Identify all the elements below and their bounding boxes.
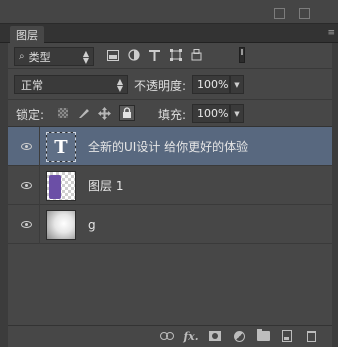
layer-row[interactable]: g <box>8 205 332 244</box>
panel-tab-bar: 图层 ≡ <box>0 24 338 43</box>
delete-icon[interactable] <box>299 8 310 19</box>
gradient-layer-thumbnail <box>46 210 76 240</box>
divider <box>8 68 332 69</box>
opacity-input[interactable]: 100% <box>192 75 230 94</box>
lock-transparent-pixels-icon[interactable] <box>56 106 69 120</box>
layers-panel-footer: fx. <box>8 325 332 347</box>
eye-icon <box>21 182 32 189</box>
fill-input[interactable]: 100% <box>192 104 230 123</box>
visibility-toggle[interactable] <box>14 166 40 205</box>
panel-menu-icon[interactable]: ≡ <box>327 28 334 38</box>
panel-right-edge <box>332 43 338 347</box>
link-layers-icon[interactable] <box>160 329 174 343</box>
fx-icon[interactable]: fx. <box>183 329 198 343</box>
add-mask-icon[interactable] <box>208 329 222 343</box>
select-arrows-icon: ▲ ▼ <box>116 77 123 93</box>
adjustment-filter-icon[interactable] <box>127 48 140 62</box>
visibility-toggle[interactable] <box>14 205 40 244</box>
lock-image-pixels-icon[interactable] <box>77 106 90 120</box>
opacity-dropdown-button[interactable]: ▼ <box>230 75 244 94</box>
layer-row[interactable]: 图层 1 <box>8 166 332 205</box>
fill-dropdown-button[interactable]: ▼ <box>230 104 244 123</box>
opacity-label: 不透明度: <box>134 79 187 93</box>
adjustment-layer-icon[interactable] <box>232 329 246 343</box>
tab-layers[interactable]: 图层 <box>10 26 44 43</box>
filter-toggle-switch[interactable] <box>239 47 245 63</box>
new-layer-icon[interactable] <box>280 329 294 343</box>
select-arrows-icon: ▲ ▼ <box>82 49 89 65</box>
lock-icons <box>56 105 135 121</box>
type-filter-icon[interactable] <box>148 48 161 62</box>
filter-kind-value: 类型 <box>28 50 51 64</box>
lock-position-icon[interactable] <box>98 106 111 120</box>
layers-list: T 全新的UI设计 给你更好的体验 图层 1 g <box>8 127 332 244</box>
search-icon: ⌕ <box>19 51 25 62</box>
new-layer-icon[interactable] <box>274 8 285 19</box>
layer-name[interactable]: 图层 1 <box>88 166 123 205</box>
image-filter-icon[interactable] <box>106 48 119 62</box>
divider <box>8 99 332 100</box>
lock-label: 锁定: <box>16 108 45 122</box>
blend-mode-select[interactable]: 正常 ▲ ▼ <box>14 75 128 94</box>
layers-panel-window: 图层 ≡ ⌕ 类型 ▲ ▼ 正常 ▲ ▼ 不透明度: 100% ▼ 锁定: 填充… <box>0 0 338 347</box>
previous-panel-strip <box>0 0 338 24</box>
blend-mode-value: 正常 <box>21 78 43 92</box>
eye-icon <box>21 143 32 150</box>
text-layer-thumbnail: T <box>46 132 76 162</box>
layer-row[interactable]: T 全新的UI设计 给你更好的体验 <box>8 127 332 166</box>
smart-object-filter-icon[interactable] <box>190 48 203 62</box>
lock-all-icon[interactable] <box>119 105 135 121</box>
new-group-icon[interactable] <box>256 329 270 343</box>
fill-label: 填充: <box>158 108 187 122</box>
layer-name[interactable]: 全新的UI设计 给你更好的体验 <box>88 127 248 166</box>
layer-name[interactable]: g <box>88 205 96 244</box>
filter-kind-select[interactable]: ⌕ 类型 ▲ ▼ <box>14 47 94 66</box>
filter-icons <box>106 48 203 62</box>
visibility-toggle[interactable] <box>14 127 40 166</box>
delete-layer-icon[interactable] <box>304 329 318 343</box>
shape-filter-icon[interactable] <box>169 48 182 62</box>
eye-icon <box>21 221 32 228</box>
pixel-layer-thumbnail <box>46 171 76 201</box>
filter-row: ⌕ 类型 ▲ ▼ <box>8 45 332 67</box>
